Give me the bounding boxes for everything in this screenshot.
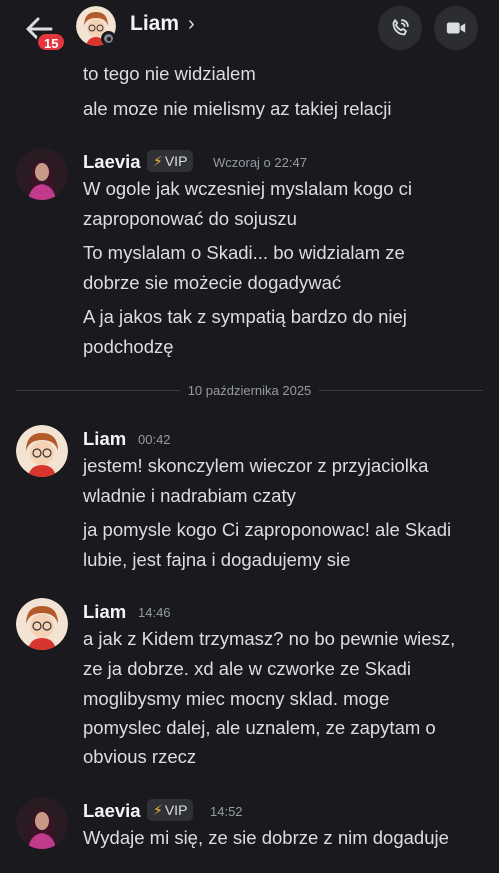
vip-badge[interactable]: ⚡ VIP: [147, 799, 194, 821]
message-line: Wydaje mi się, ze sie dobrze z nim dogad…: [83, 827, 449, 848]
phone-call-icon: [392, 19, 409, 36]
avatar[interactable]: [16, 797, 68, 849]
message-line: ja pomysle kogo Ci zaproponowac! ale Ska…: [83, 519, 452, 540]
message-author[interactable]: Laevia: [83, 800, 141, 822]
message-line: To myslalam o Skadi... bo widzialam ze: [83, 242, 405, 263]
date-divider: 10 października 2025: [0, 382, 499, 400]
vip-badge-label: VIP: [164, 802, 188, 818]
lightning-icon: ⚡: [153, 153, 163, 169]
video-camera-icon: [446, 22, 466, 34]
avatar[interactable]: [16, 425, 68, 477]
avatar[interactable]: [16, 598, 68, 650]
message-author[interactable]: Liam: [83, 428, 126, 450]
message-author[interactable]: Laevia: [83, 151, 141, 173]
message-timestamp: 14:46: [138, 605, 171, 620]
offline-status-indicator: [101, 31, 116, 46]
message-line: to tego nie widzialem: [83, 63, 256, 84]
message-line: moglibysmy miec mocny sklad. moge: [83, 688, 390, 709]
avatar[interactable]: [16, 148, 68, 200]
message-line: lubie, jest fajna i dogadujemy sie: [83, 549, 351, 570]
message-line: a jak z Kidem trzymasz? no bo pewnie wie…: [83, 628, 456, 649]
message-timestamp: 14:52: [210, 804, 243, 819]
message-line: ze ja dobrze. xd ale w czworke ze Skadi: [83, 658, 412, 679]
vip-badge[interactable]: ⚡ VIP: [147, 150, 194, 172]
message-line: W ogole jak wczesniej myslalam kogo ci: [83, 178, 413, 199]
chevron-right-icon[interactable]: ›: [188, 13, 195, 36]
message-line: jestem! skonczylem wieczor z przyjaciolk…: [83, 455, 429, 476]
lightning-icon: ⚡: [153, 802, 163, 818]
message-line: ale moze nie mielismy az takiej relacji: [83, 98, 392, 119]
message-line: A ja jakos tak z sympatią bardzo do niej: [83, 306, 407, 327]
message-line: obvious rzecz: [83, 746, 197, 767]
message-author[interactable]: Liam: [83, 601, 126, 623]
message-line: podchodzę: [83, 336, 174, 357]
message-line: zaproponować do sojuszu: [83, 208, 297, 229]
date-divider-label: 10 października 2025: [179, 383, 320, 398]
message-timestamp: Wczoraj o 22:47: [213, 155, 307, 170]
vip-badge-label: VIP: [164, 153, 188, 169]
unread-badge: 15: [36, 32, 67, 52]
message-line: dobrze sie możecie dogadywać: [83, 272, 342, 293]
video-call-button[interactable]: [434, 6, 478, 50]
message-line: pomyslec dalej, ale uznalem, ze zapytam …: [83, 717, 436, 738]
message-line: wladnie i nadrabiam czaty: [83, 485, 296, 506]
contact-name[interactable]: Liam: [130, 12, 179, 36]
voice-call-button[interactable]: [378, 6, 422, 50]
message-timestamp: 00:42: [138, 432, 171, 447]
chat-header: 15 Liam ›: [0, 0, 499, 58]
